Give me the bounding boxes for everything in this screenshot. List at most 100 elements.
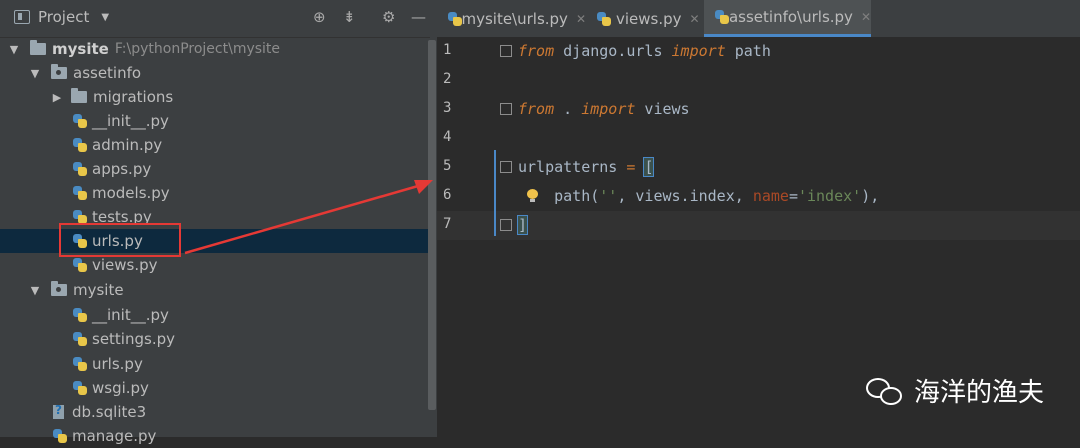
expand-arrow-icon[interactable]: ▼	[6, 43, 22, 56]
python-file-icon	[714, 9, 729, 25]
tree-item-file[interactable]: __init__.py	[0, 303, 502, 327]
tree-item-file[interactable]: models.py	[0, 181, 502, 205]
tree-item-file[interactable]: wsgi.py	[0, 376, 502, 400]
code-line: 4	[437, 124, 1080, 153]
tab-views[interactable]: views.py ✕	[586, 0, 702, 37]
close-icon[interactable]: ✕	[861, 10, 871, 24]
project-title: Project	[38, 8, 90, 26]
expand-arrow-icon[interactable]: ▼	[27, 284, 43, 297]
tree-item-label: mysite	[52, 40, 109, 58]
lightbulb-icon[interactable]	[527, 189, 538, 203]
watermark-text: 海洋的渔夫	[914, 378, 1045, 408]
change-marker	[494, 150, 496, 236]
tree-item-file[interactable]: manage.py	[0, 424, 482, 448]
tree-item-file[interactable]: urls.py	[0, 352, 502, 376]
folder-icon	[71, 88, 87, 103]
collapse-arrow-icon[interactable]: ▶	[49, 91, 65, 104]
tree-scrollbar-thumb[interactable]	[428, 40, 436, 410]
code-text: path('', views.index, name='index'),	[518, 187, 880, 205]
fold-icon[interactable]	[500, 161, 512, 173]
tab-mysite-urls[interactable]: mysite\urls.py ✕	[437, 0, 586, 37]
line-number: 7	[443, 216, 452, 232]
package-icon	[51, 281, 67, 296]
tree-item-label: migrations	[93, 88, 174, 106]
close-icon[interactable]: ✕	[690, 12, 700, 26]
python-file-icon	[72, 137, 88, 153]
tab-label: assetinfo\urls.py	[728, 8, 853, 26]
tree-item-label: urls.py	[92, 355, 143, 373]
watermark: 海洋的渔夫	[866, 372, 1044, 409]
editor-tabs: mysite\urls.py ✕ views.py ✕ assetinfo\ur…	[437, 0, 1080, 38]
database-file-icon: ?	[52, 403, 68, 420]
tree-item-root[interactable]: ▼ mysite F:\pythonProject\mysite	[0, 37, 430, 61]
python-file-icon	[72, 113, 88, 129]
tree-item-folder[interactable]: ▼ mysite	[0, 278, 430, 302]
python-file-icon	[72, 161, 88, 177]
tree-item-file[interactable]: __init__.py	[0, 109, 502, 133]
line-number: 1	[443, 42, 452, 58]
tree-item-label: wsgi.py	[92, 379, 149, 397]
folder-icon	[30, 40, 46, 55]
line-number: 2	[443, 71, 452, 87]
line-number: 4	[443, 129, 452, 145]
python-file-icon	[52, 428, 68, 444]
tab-assetinfo-urls[interactable]: assetinfo\urls.py ✕	[704, 0, 871, 37]
code-line: 3 from . import views	[437, 95, 1080, 124]
fold-icon[interactable]	[500, 45, 512, 57]
code-text: from django.urls import path	[518, 42, 771, 60]
project-header: Project ▼ ⊕ ⇟ ⚙ —	[0, 0, 437, 38]
fold-icon[interactable]	[500, 103, 512, 115]
tree-item-file[interactable]: apps.py	[0, 157, 502, 181]
code-text: ]	[516, 215, 529, 235]
tree-item-label: __init__.py	[92, 306, 169, 324]
tree-item-label: __init__.py	[92, 112, 169, 130]
line-number: 6	[443, 187, 452, 203]
tree-item-label: db.sqlite3	[72, 403, 147, 421]
tree-item-file[interactable]: settings.py	[0, 327, 502, 351]
fold-icon[interactable]	[500, 219, 512, 231]
python-file-icon	[72, 380, 88, 396]
code-line: 2	[437, 66, 1080, 95]
python-file-icon	[72, 356, 88, 372]
python-file-icon	[72, 307, 88, 323]
project-icon	[14, 10, 30, 24]
tree-item-label: apps.py	[92, 160, 152, 178]
python-file-icon	[72, 331, 88, 347]
package-icon	[51, 64, 67, 79]
wechat-icon	[866, 376, 904, 406]
python-file-icon	[72, 185, 88, 201]
project-view-selector[interactable]: Project ▼	[14, 8, 109, 26]
tree-item-label: settings.py	[92, 330, 175, 348]
tree-item-folder[interactable]: ▼ assetinfo	[0, 61, 430, 85]
tree-item-file[interactable]: ? db.sqlite3	[0, 400, 482, 424]
gear-icon[interactable]: ⚙	[382, 8, 395, 26]
tree-item-label: mysite	[73, 281, 124, 299]
code-line-current: 7 ]	[437, 211, 1080, 240]
code-line: 1 from django.urls import path	[437, 37, 1080, 66]
python-file-icon	[447, 11, 462, 27]
tree-item-label: admin.py	[92, 136, 163, 154]
tree-item-label: manage.py	[72, 427, 157, 445]
project-panel: Project ▼ ⊕ ⇟ ⚙ — ▼ mysite F:\pythonProj…	[0, 0, 502, 445]
line-number: 3	[443, 100, 452, 116]
highlight-annotation-box	[59, 223, 181, 257]
python-file-icon	[72, 257, 88, 273]
code-text: from . import views	[518, 100, 690, 118]
tree-item-label: assetinfo	[73, 64, 142, 82]
line-number: 5	[443, 158, 452, 174]
python-file-icon	[596, 11, 612, 27]
locate-icon[interactable]: ⊕	[313, 8, 326, 26]
hide-icon[interactable]: —	[411, 8, 426, 26]
code-line: 5 urlpatterns = [	[437, 153, 1080, 182]
tab-label: mysite\urls.py	[461, 9, 568, 28]
tree-item-folder[interactable]: ▶ migrations	[0, 85, 430, 109]
tab-label: views.py	[616, 9, 682, 28]
expand-arrow-icon[interactable]: ▼	[27, 67, 43, 80]
collapse-icon[interactable]: ⇟	[343, 8, 356, 26]
tree-item-file[interactable]: admin.py	[0, 133, 502, 157]
close-icon[interactable]: ✕	[576, 12, 586, 26]
chevron-down-icon: ▼	[101, 11, 110, 23]
tree-item-path: F:\pythonProject\mysite	[114, 41, 281, 57]
code-text: urlpatterns = [	[518, 157, 655, 177]
tree-item-label: models.py	[92, 184, 170, 202]
